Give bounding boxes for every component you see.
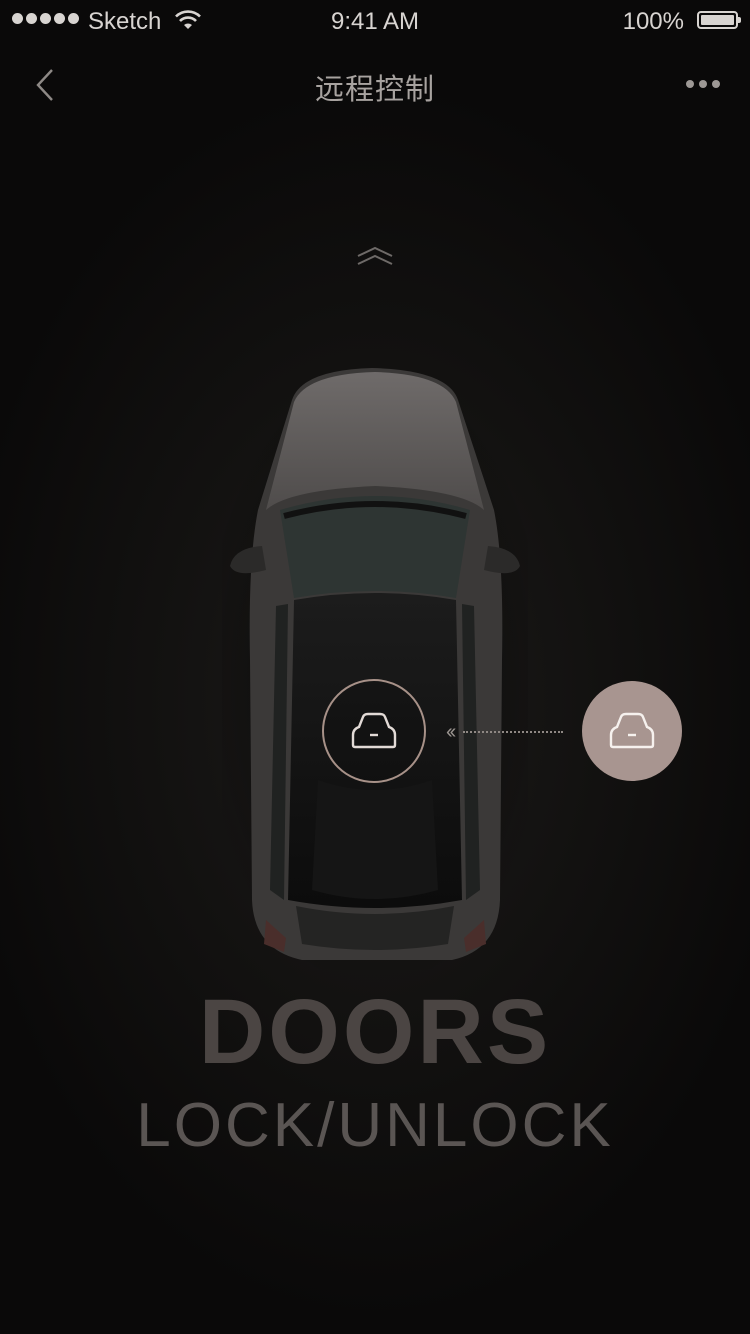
lock-slider-handle[interactable]: [582, 681, 682, 781]
car-front-icon: [609, 712, 655, 749]
battery-icon: [697, 11, 741, 29]
car-top-view: [222, 360, 528, 970]
feature-title: DOORS: [198, 981, 552, 1083]
car-front-icon: [351, 712, 397, 749]
slide-left-arrows: ‹‹: [446, 721, 456, 743]
more-dots-icon: [686, 80, 694, 88]
chevron-up-double-icon[interactable]: [355, 246, 395, 270]
more-button[interactable]: [686, 74, 722, 94]
status-bar: Sketch 9:41 AM 100%: [0, 0, 750, 40]
page-title: 远程控制: [314, 74, 435, 106]
slide-track: [463, 731, 563, 733]
feature-subtitle: LOCK/UNLOCK: [136, 1091, 614, 1160]
lock-drop-target[interactable]: [322, 679, 426, 783]
battery-percentage: 100%: [622, 8, 684, 35]
